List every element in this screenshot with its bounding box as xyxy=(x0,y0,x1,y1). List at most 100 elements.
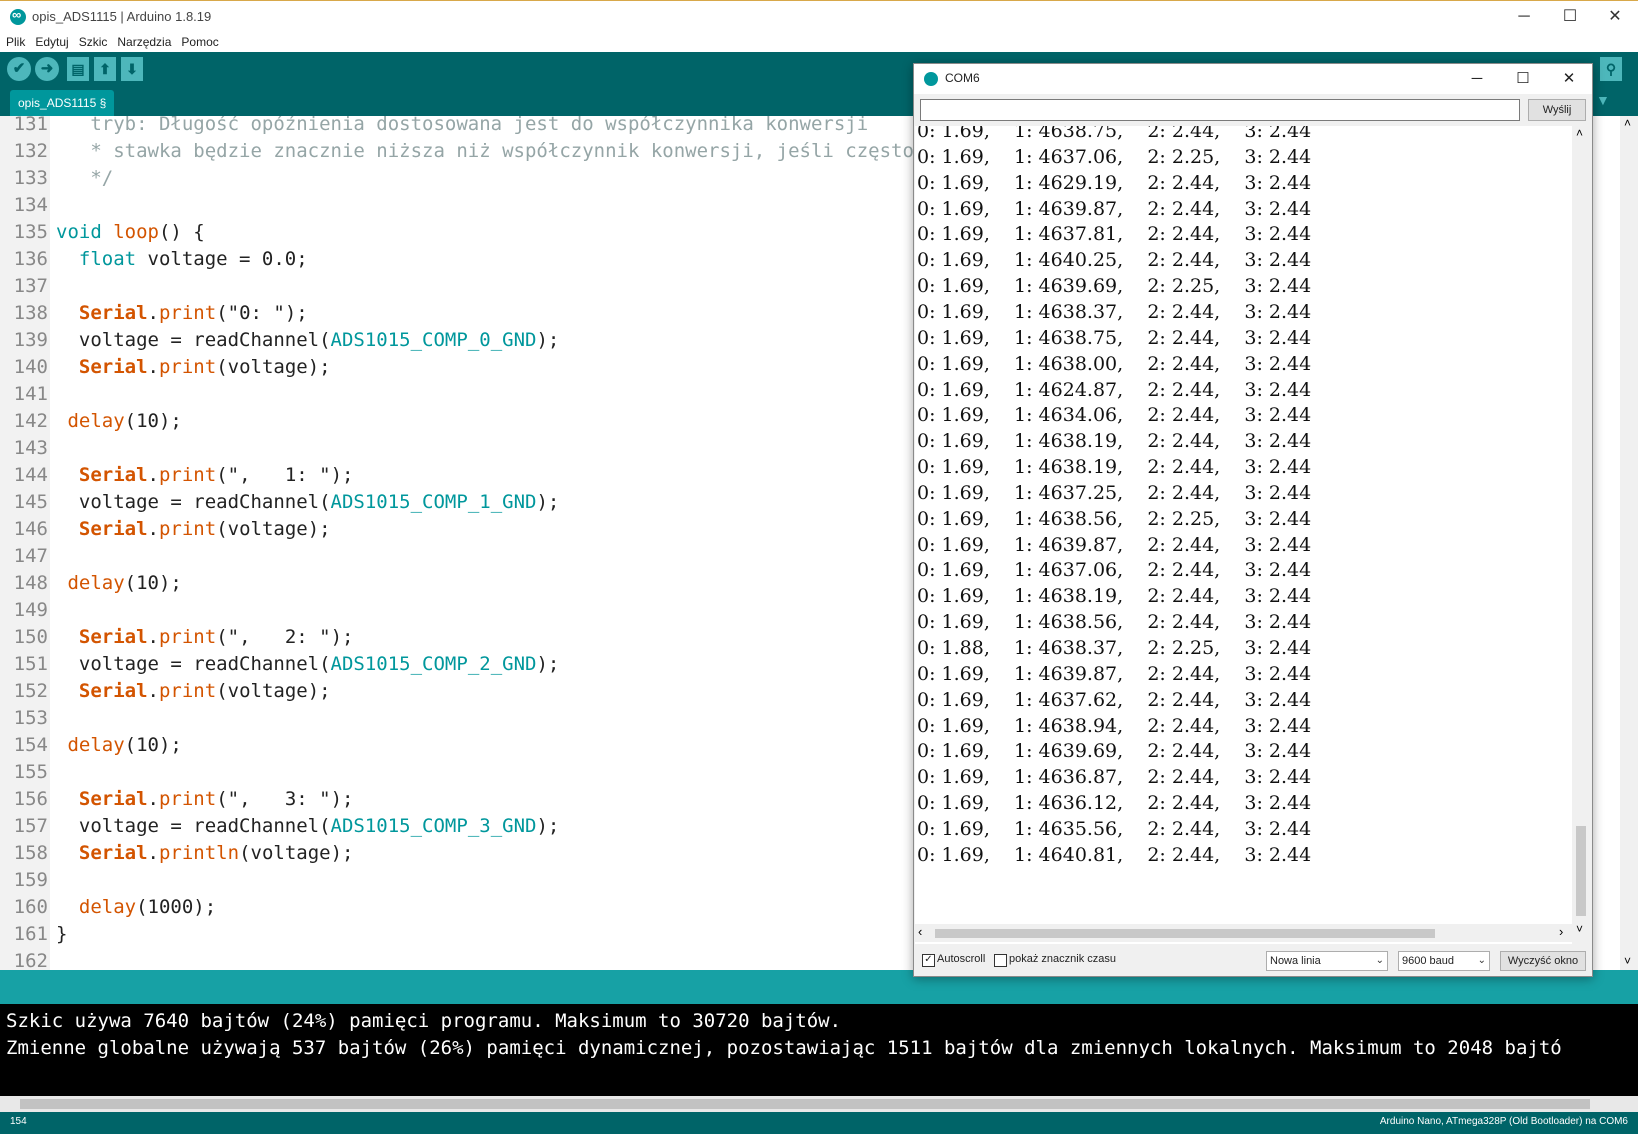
tab-opis-ads1115[interactable]: opis_ADS1115 § xyxy=(10,90,115,116)
code-token: () { xyxy=(158,221,205,243)
new-sketch-icon[interactable]: ▤ xyxy=(67,57,89,81)
build-console: Szkic używa 7640 bajtów (24%) pamięci pr… xyxy=(0,1004,1638,1096)
serial-output-line: 0: 1.69, 1: 4637.06, 2: 2.44, 3: 2.44 xyxy=(917,559,1312,582)
code-token: } xyxy=(56,923,68,945)
chevron-down-icon: ⌄ xyxy=(1477,955,1486,966)
cursor-line-number: 154 xyxy=(10,1116,27,1127)
serial-options-bar: ✓ Autoscroll pokaż znacznik czasu Nowa l… xyxy=(914,944,1592,976)
code-token: print xyxy=(158,518,217,540)
code-token: print xyxy=(158,788,217,810)
line-number: 159 xyxy=(13,869,48,891)
line-number: 131 xyxy=(13,116,48,135)
serial-output-line: 0: 1.69, 1: 4639.87, 2: 2.44, 3: 2.44 xyxy=(917,197,1312,220)
minimize-icon[interactable]: ─ xyxy=(1501,1,1547,33)
line-number: 137 xyxy=(13,275,48,297)
serial-output-line: 0: 1.69, 1: 4640.25, 2: 2.44, 3: 2.44 xyxy=(917,249,1312,272)
menu-sketch[interactable]: Szkic xyxy=(75,32,112,52)
line-number: 162 xyxy=(13,950,48,970)
menu-tools[interactable]: Narzędzia xyxy=(113,32,175,52)
upload-icon[interactable]: ➜ xyxy=(35,57,59,81)
line-number: 138 xyxy=(13,302,48,324)
serial-output-line: 0: 1.69, 1: 4624.87, 2: 2.44, 3: 2.44 xyxy=(917,378,1312,401)
chevron-down-icon: ⌄ xyxy=(1375,955,1384,966)
verify-icon[interactable]: ✔ xyxy=(7,57,31,81)
send-button[interactable]: Wyślij xyxy=(1528,99,1586,121)
serial-send-input[interactable] xyxy=(920,99,1520,121)
code-token: (voltage); xyxy=(216,680,331,702)
serial-output-line: 0: 1.69, 1: 4638.37, 2: 2.44, 3: 2.44 xyxy=(917,300,1312,323)
menu-file[interactable]: Plik xyxy=(2,32,29,52)
code-token: (", 3: "); xyxy=(216,788,354,810)
code-text: voltage = readChannel(ADS1015_COMP_3_GND… xyxy=(56,813,559,840)
minimize-icon[interactable]: ─ xyxy=(1454,64,1500,94)
code-token: void xyxy=(56,221,102,243)
code-token: . xyxy=(147,626,159,648)
close-icon[interactable]: ✕ xyxy=(1592,1,1638,33)
autoscroll-checkbox[interactable]: ✓ xyxy=(922,954,935,967)
line-number: 133 xyxy=(13,167,48,189)
code-token: (", 1: "); xyxy=(216,464,354,486)
code-token: print xyxy=(158,680,217,702)
scroll-down-icon[interactable]: ˅ xyxy=(1576,922,1583,936)
code-token: (", 2: "); xyxy=(216,626,354,648)
arduino-logo-icon xyxy=(924,72,938,86)
timestamp-checkbox[interactable] xyxy=(994,954,1007,967)
code-token: ); xyxy=(536,653,560,675)
scroll-down-icon[interactable]: ˅ xyxy=(1624,954,1631,968)
scroll-up-icon[interactable]: ˄ xyxy=(1624,116,1631,130)
save-sketch-icon[interactable]: ⬇ xyxy=(121,57,143,81)
code-token: Serial xyxy=(78,680,148,702)
code-token: . xyxy=(147,464,159,486)
close-icon[interactable]: ✕ xyxy=(1546,64,1592,94)
menu-edit[interactable]: Edytuj xyxy=(31,32,72,52)
timestamp-label: pokaż znacznik czasu xyxy=(1009,953,1116,965)
scrollbar-thumb[interactable] xyxy=(1576,826,1586,916)
line-number: 143 xyxy=(13,437,48,459)
scrollbar-thumb[interactable] xyxy=(20,1099,1590,1109)
serial-vertical-scrollbar[interactable]: ˄ ˅ xyxy=(1572,126,1590,974)
open-sketch-icon[interactable]: ⬆ xyxy=(94,57,116,81)
scrollbar-thumb[interactable] xyxy=(935,929,1435,938)
maximize-icon[interactable]: ☐ xyxy=(1547,1,1593,33)
clear-output-button[interactable]: Wyczyść okno xyxy=(1500,951,1586,971)
line-ending-value: Nowa linia xyxy=(1270,955,1321,967)
serial-monitor-icon[interactable]: ⚲ xyxy=(1600,57,1622,81)
editor-vertical-scrollbar[interactable]: ˄ ˅ xyxy=(1620,116,1638,970)
code-token: ADS1015_COMP_0_GND xyxy=(330,329,537,351)
code-token: (voltage); xyxy=(216,356,331,378)
code-text: Serial.print(voltage); xyxy=(56,354,331,381)
tab-menu-icon[interactable]: ▼ xyxy=(1596,92,1610,108)
line-ending-select[interactable]: Nowa linia ⌄ xyxy=(1266,951,1388,971)
taskbar-edge xyxy=(0,1134,1638,1138)
scroll-right-icon[interactable]: › xyxy=(1559,924,1563,939)
status-bar: 154 Arduino Nano, ATmega328P (Old Bootlo… xyxy=(0,1112,1638,1134)
baud-rate-select[interactable]: 9600 baud ⌄ xyxy=(1398,951,1490,971)
serial-horizontal-scrollbar[interactable]: ‹ › xyxy=(915,924,1572,942)
code-token: Serial xyxy=(78,842,148,864)
code-token: Serial xyxy=(78,464,148,486)
code-token: ); xyxy=(536,329,560,351)
code-token: tryb: Długość opóźnienia dostosowana jes… xyxy=(56,116,869,135)
window-title: opis_ADS1115 | Arduino 1.8.19 xyxy=(32,9,212,24)
scroll-left-icon[interactable]: ‹ xyxy=(918,924,922,939)
serial-output-line: 0: 1.69, 1: 4638.00, 2: 2.44, 3: 2.44 xyxy=(917,352,1312,375)
serial-output-line: 0: 1.69, 1: 4639.69, 2: 2.44, 3: 2.44 xyxy=(917,740,1312,763)
code-token: . xyxy=(147,788,159,810)
code-text: voltage = readChannel(ADS1015_COMP_0_GND… xyxy=(56,327,559,354)
line-number: 152 xyxy=(13,680,48,702)
line-number: 158 xyxy=(13,842,48,864)
line-number: 148 xyxy=(13,572,48,594)
menu-help[interactable]: Pomoc xyxy=(177,32,222,52)
scroll-up-icon[interactable]: ˄ xyxy=(1576,126,1583,140)
code-token: . xyxy=(147,302,159,324)
code-text: voltage = readChannel(ADS1015_COMP_1_GND… xyxy=(56,489,559,516)
serial-output-line: 0: 1.69, 1: 4639.69, 2: 2.25, 3: 2.44 xyxy=(917,275,1312,298)
console-horizontal-scrollbar[interactable] xyxy=(0,1096,1638,1112)
code-text: delay(10); xyxy=(56,408,181,435)
code-token: ); xyxy=(536,491,560,513)
maximize-icon[interactable]: ☐ xyxy=(1500,64,1546,94)
serial-output-line: 0: 1.69, 1: 4637.62, 2: 2.44, 3: 2.44 xyxy=(917,688,1312,711)
serial-output-line: 0: 1.69, 1: 4638.56, 2: 2.44, 3: 2.44 xyxy=(917,611,1312,634)
